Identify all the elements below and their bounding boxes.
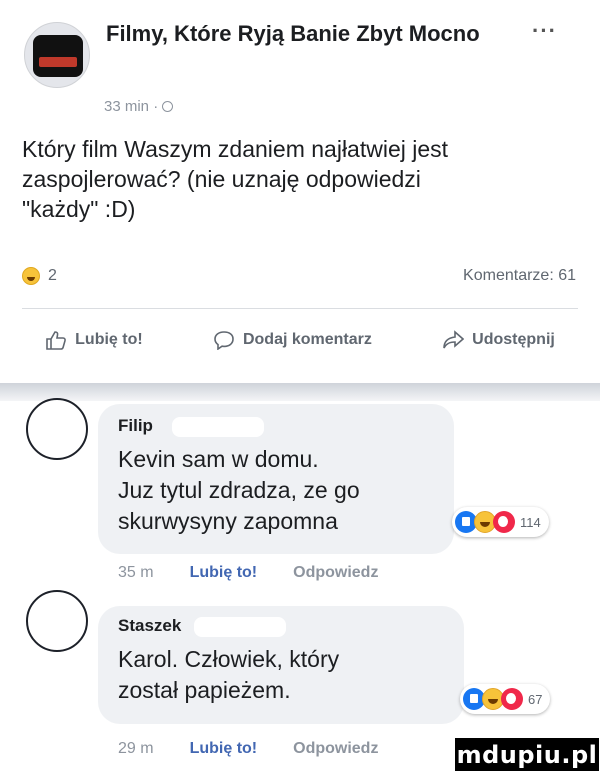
haha-emoji-icon bbox=[22, 267, 40, 285]
comment-like-link[interactable]: Lubię to! bbox=[190, 564, 258, 582]
reaction-count: 114 bbox=[520, 514, 541, 530]
avatar-logo bbox=[39, 57, 77, 67]
redacted-name bbox=[172, 417, 264, 437]
comment-meta: 29 m Lubię to! Odpowiedz bbox=[118, 740, 378, 758]
post-meta: 33 min · bbox=[104, 98, 174, 115]
share-outline-icon bbox=[443, 330, 465, 349]
comment-label: Dodaj komentarz bbox=[242, 331, 372, 348]
post-text: Który film Waszym zdaniem najłatwiej jes… bbox=[22, 136, 449, 222]
comment-like-link[interactable]: Lubię to! bbox=[190, 740, 258, 758]
page-avatar[interactable] bbox=[24, 22, 90, 88]
post-card: Filmy, Które Ryją Banie Zbyt Mocno ··· 3… bbox=[0, 0, 600, 383]
section-separator bbox=[0, 383, 600, 401]
commenter-avatar[interactable] bbox=[26, 398, 88, 460]
comment-bubble: Filip Kevin sam w domu. Juz tytul zdradz… bbox=[98, 404, 454, 554]
page-name[interactable]: Filmy, Które Ryją Banie Zbyt Mocno bbox=[106, 20, 506, 47]
like-button[interactable]: Lubię to! bbox=[45, 330, 143, 350]
comment-outline-icon bbox=[214, 331, 234, 350]
post-actions: Lubię to! Dodaj komentarz Udostępnij bbox=[0, 330, 600, 350]
comment-time[interactable]: 29 m bbox=[118, 740, 154, 758]
comment-reactions[interactable]: 114 bbox=[452, 507, 549, 537]
watermark: mdupiu.pl bbox=[455, 738, 599, 771]
post-time[interactable]: 33 min · bbox=[104, 98, 158, 115]
comments-count[interactable]: Komentarze: 61 bbox=[463, 267, 576, 285]
globe-icon bbox=[162, 101, 174, 112]
comment-bubble: Staszek Karol. Człowiek, który został pa… bbox=[98, 606, 464, 724]
comment-author[interactable]: Filip bbox=[118, 416, 153, 436]
share-label: Udostępnij bbox=[472, 331, 555, 348]
divider bbox=[22, 308, 578, 309]
comment-reactions[interactable]: 67 bbox=[460, 684, 551, 714]
wow-reaction-icon bbox=[493, 511, 515, 533]
comment-item: Filip Kevin sam w domu. Juz tytul zdradz… bbox=[0, 398, 600, 590]
reaction-count: 2 bbox=[48, 267, 57, 284]
comment-reply-link[interactable]: Odpowiedz bbox=[293, 740, 378, 758]
comment-reply-link[interactable]: Odpowiedz bbox=[293, 564, 378, 582]
comment-meta: 35 m Lubię to! Odpowiedz bbox=[118, 564, 378, 582]
reaction-summary[interactable]: 2 bbox=[22, 267, 57, 285]
more-options-icon[interactable]: ··· bbox=[532, 18, 557, 44]
commenter-avatar[interactable] bbox=[26, 590, 88, 652]
redacted-name bbox=[194, 617, 286, 637]
comment-text: Karol. Człowiek, który został papieżem. bbox=[118, 646, 340, 703]
like-outline-icon bbox=[46, 331, 67, 350]
reaction-count: 67 bbox=[528, 691, 543, 707]
avatar-image bbox=[33, 35, 83, 77]
comment-text: Kevin sam w domu. Juz tytul zdradza, ze … bbox=[118, 446, 360, 534]
share-button[interactable]: Udostępnij bbox=[442, 330, 555, 350]
wow-reaction-icon bbox=[501, 688, 523, 710]
comment-button[interactable]: Dodaj komentarz bbox=[213, 330, 372, 350]
comment-time[interactable]: 35 m bbox=[118, 564, 154, 582]
comment-author[interactable]: Staszek bbox=[118, 616, 181, 636]
like-label: Lubię to! bbox=[75, 331, 143, 348]
